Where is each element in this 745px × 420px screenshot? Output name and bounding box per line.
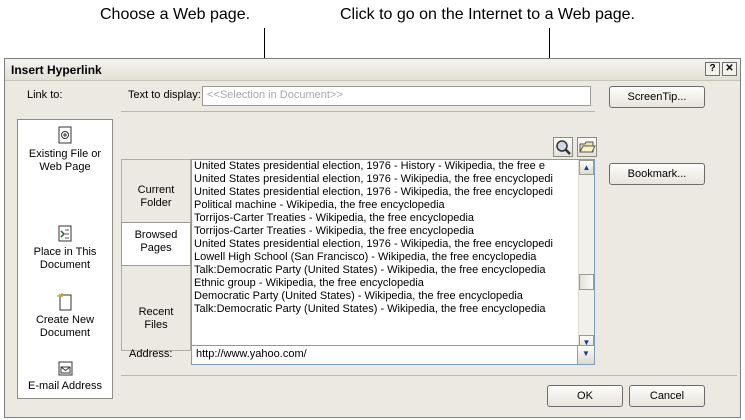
place-in-document-icon — [56, 224, 74, 244]
email-address-icon — [56, 358, 74, 378]
dialog-title: Insert Hyperlink — [11, 63, 102, 77]
help-button[interactable]: ? — [705, 62, 720, 76]
list-item[interactable]: Torrijos-Carter Treaties - Wikipedia, th… — [192, 212, 578, 225]
list-item[interactable]: United States presidential election, 197… — [192, 160, 578, 173]
link-email-address[interactable]: E-mail Address — [18, 358, 112, 393]
look-in-recent-files-label: Recent Files — [138, 306, 174, 331]
address-dropdown-button[interactable]: ▼ — [577, 346, 594, 364]
look-in-browsed-pages[interactable]: Browsed Pages — [121, 222, 191, 266]
look-in-current-folder[interactable]: Current Folder — [122, 184, 190, 210]
look-in-browsed-pages-label: Browsed Pages — [134, 229, 178, 254]
link-existing-file-label: Existing File or Web Page — [28, 148, 102, 173]
list-item[interactable]: United States presidential election, 197… — [192, 186, 578, 199]
link-create-new-document-label: Create New Document — [35, 314, 95, 339]
ok-button[interactable]: OK — [547, 385, 623, 407]
text-to-display-label: Text to display: — [128, 89, 201, 101]
top-separator — [121, 111, 595, 112]
list-item[interactable]: Democratic Party (United States) - Wikip… — [192, 290, 578, 303]
scroll-thumb[interactable] — [579, 274, 594, 290]
list-item[interactable]: United States presidential election, 197… — [192, 238, 578, 251]
list-scrollbar[interactable]: ▲ ▼ — [578, 160, 594, 350]
look-in-current-folder-label: Current Folder — [137, 184, 175, 209]
address-value: http://www.yahoo.com/ — [196, 348, 307, 360]
link-to-bar: Existing File or Web Page Place in This … — [17, 119, 113, 399]
insert-hyperlink-dialog: Insert Hyperlink ? ✕ Link to: Text to di… — [4, 58, 741, 418]
list-item[interactable]: Talk:Democratic Party (United States) - … — [192, 303, 578, 316]
address-input[interactable]: http://www.yahoo.com/ ▼ — [191, 345, 595, 365]
callout-choose-web-page: Choose a Web page. — [100, 6, 251, 23]
list-item[interactable]: Ethnic group - Wikipedia, the free encyc… — [192, 277, 578, 290]
link-place-in-document[interactable]: Place in This Document — [18, 224, 112, 272]
link-to-label: Link to: — [27, 89, 63, 101]
link-create-new-document[interactable]: Create New Document — [18, 292, 112, 340]
browse-web-icon — [556, 140, 571, 155]
title-bar: Insert Hyperlink ? ✕ — [5, 59, 740, 81]
link-place-in-document-label: Place in This Document — [33, 246, 97, 271]
text-to-display-input[interactable]: <<Selection in Document>> — [202, 86, 591, 106]
browsed-pages-list[interactable]: United States presidential election, 197… — [191, 159, 595, 351]
screentip-button[interactable]: ScreenTip... — [609, 86, 705, 108]
cancel-button[interactable]: Cancel — [629, 385, 705, 407]
list-item[interactable]: Talk:Democratic Party (United States) - … — [192, 264, 578, 277]
look-in-recent-files[interactable]: Recent Files — [122, 306, 190, 332]
existing-file-icon — [56, 126, 74, 146]
close-button[interactable]: ✕ — [722, 62, 737, 76]
list-item[interactable]: Lowell High School (San Francisco) - Wik… — [192, 251, 578, 264]
look-in-bar: Current Folder Browsed Pages Recent File… — [121, 159, 191, 351]
scroll-up-button[interactable]: ▲ — [579, 160, 594, 175]
bookmark-button[interactable]: Bookmark... — [609, 163, 705, 185]
link-existing-file[interactable]: Existing File or Web Page — [18, 126, 112, 208]
bottom-separator — [121, 375, 737, 376]
browse-file-button[interactable] — [577, 137, 597, 157]
file-rows: United States presidential election, 197… — [192, 160, 594, 316]
callout-go-internet: Click to go on the Internet to a Web pag… — [340, 6, 635, 23]
list-item[interactable]: United States presidential election, 197… — [192, 173, 578, 186]
list-item[interactable]: Torrijos-Carter Treaties - Wikipedia, th… — [192, 225, 578, 238]
list-item[interactable]: Political machine - Wikipedia, the free … — [192, 199, 578, 212]
browse-web-button[interactable] — [553, 137, 573, 157]
browse-file-icon — [579, 141, 596, 153]
link-email-address-label: E-mail Address — [28, 380, 102, 392]
new-document-icon — [56, 292, 74, 312]
address-label: Address: — [129, 348, 173, 360]
